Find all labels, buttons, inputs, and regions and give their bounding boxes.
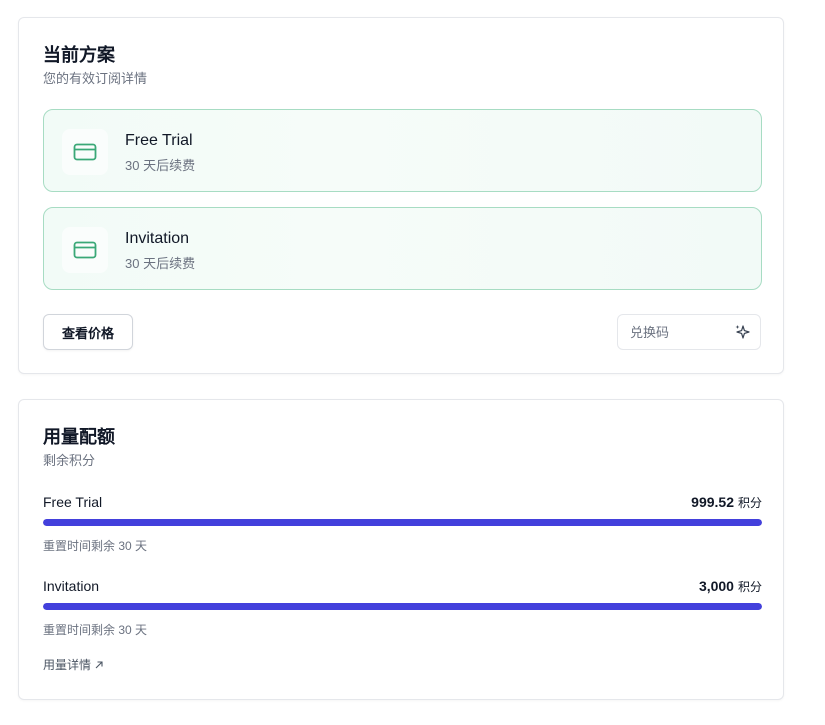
usage-unit: 积分 (737, 580, 762, 594)
usage-progress-bar (43, 519, 762, 526)
usage-reset-text: 重置时间剩余 30 天 (43, 539, 148, 553)
view-pricing-button[interactable]: 查看价格 (43, 314, 133, 350)
usage-card-title: 用量配额 (43, 427, 115, 447)
usage-progress-fill (43, 603, 762, 610)
redeem-code-input[interactable] (618, 315, 728, 349)
usage-value: 999.52 积分 (691, 494, 762, 511)
usage-reset-text: 重置时间剩余 30 天 (43, 623, 148, 637)
plan-renewal: 30 天后续费 (125, 158, 196, 173)
plan-item-free-trial: Free Trial 30 天后续费 (43, 109, 762, 192)
plan-renewal: 30 天后续费 (125, 256, 196, 271)
credit-card-icon (62, 129, 108, 175)
usage-amount: 999.52 (691, 494, 734, 510)
usage-details-link[interactable]: 用量详情 (43, 656, 104, 673)
redeem-code-field (617, 314, 761, 350)
usage-card-subtitle: 剩余积分 (43, 453, 96, 468)
usage-unit: 积分 (737, 496, 762, 510)
usage-progress-bar (43, 603, 762, 610)
usage-details-label: 用量详情 (43, 658, 92, 672)
usage-progress-fill (43, 519, 762, 526)
usage-value: 3,000 积分 (699, 578, 762, 595)
plan-item-invitation: Invitation 30 天后续费 (43, 207, 762, 290)
plan-name: Invitation (125, 230, 190, 247)
plan-name: Free Trial (125, 132, 193, 149)
usage-label: Invitation (43, 578, 100, 594)
usage-amount: 3,000 (698, 578, 734, 594)
current-plan-card: 当前方案 您的有效订阅详情 Free Trial 30 天后续费 Invitat… (18, 17, 784, 374)
usage-quota-card: 用量配额 剩余积分 Free Trial 999.52 积分 重置时间剩余 30 … (18, 399, 784, 700)
credit-card-icon (62, 227, 108, 273)
arrow-up-right-icon (95, 660, 103, 668)
usage-label: Free Trial (43, 494, 103, 510)
plan-card-title: 当前方案 (43, 45, 115, 65)
plan-card-subtitle: 您的有效订阅详情 (43, 71, 148, 86)
sparkle-icon[interactable] (734, 324, 750, 340)
